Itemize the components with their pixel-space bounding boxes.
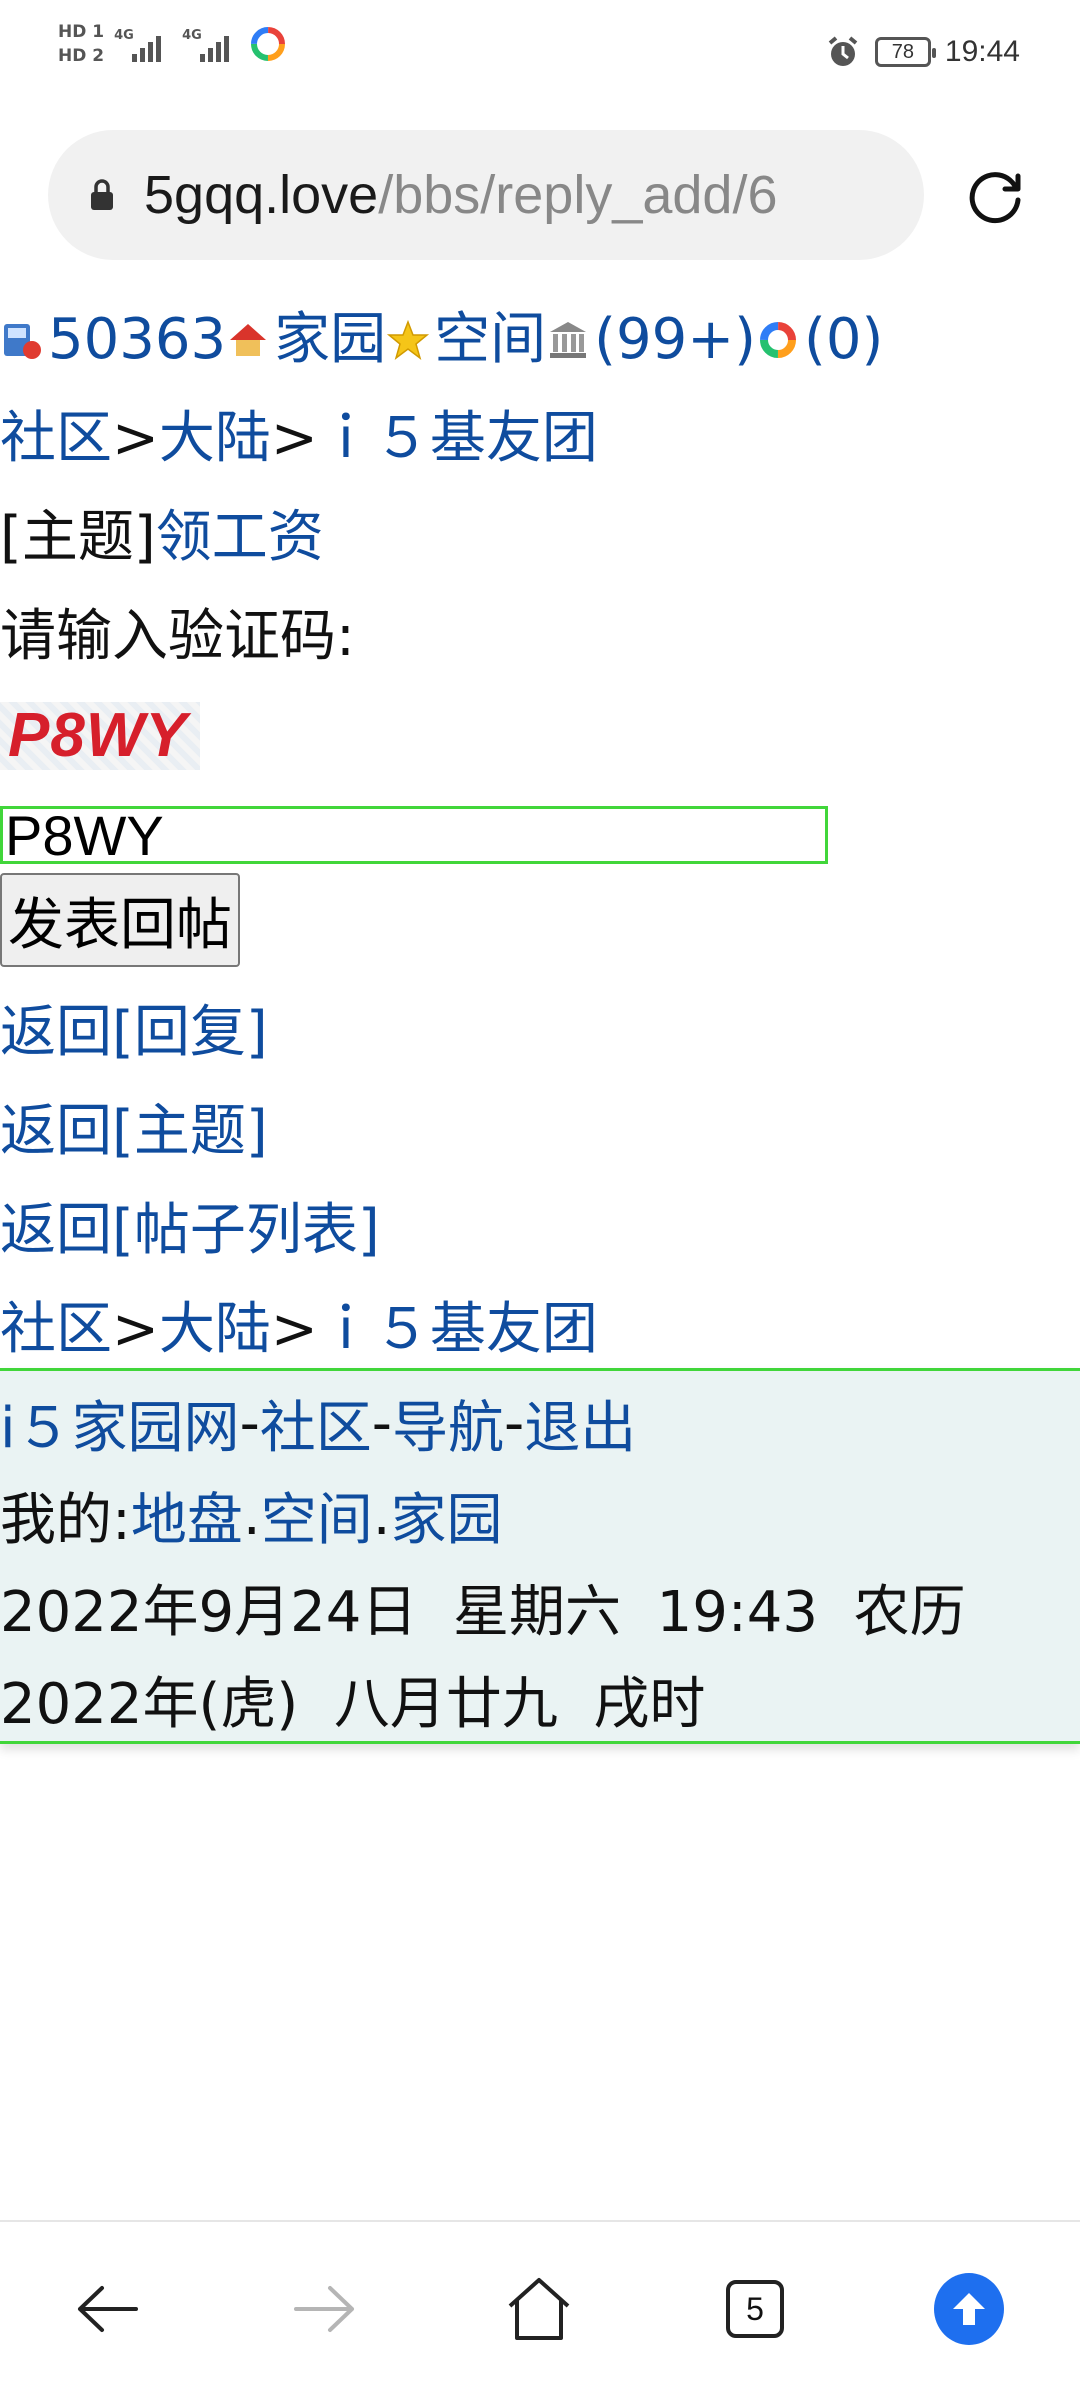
signal-icon-1: 4G bbox=[114, 22, 172, 66]
back-to-list-link[interactable]: 返回[帖子列表] bbox=[0, 1181, 380, 1280]
network-type-1: 4G bbox=[114, 28, 134, 43]
sim2-label: HD 2 bbox=[58, 46, 105, 66]
captcha-image: P8WY bbox=[0, 701, 200, 770]
tabs-count-icon: 5 bbox=[726, 2280, 784, 2338]
footer-date-line-2: 2022年(虎) 八月廿九 戌时 bbox=[0, 1671, 706, 1737]
breadcrumb-separator: > bbox=[112, 406, 159, 471]
address-bar[interactable]: 5gqq.love/bbs/reply_add/6 bbox=[48, 130, 924, 260]
notify-link[interactable]: (0) bbox=[804, 290, 883, 389]
back-reply-row: 返回[回复] bbox=[0, 983, 1080, 1082]
home-button[interactable] bbox=[504, 2274, 574, 2344]
battery-icon: 78 bbox=[874, 37, 936, 67]
app-status-icon bbox=[251, 27, 286, 61]
topic-title-link[interactable]: 领工资 bbox=[156, 488, 324, 587]
footer-mine-label: 我的: bbox=[0, 1487, 131, 1553]
back-links: 返回[回复] 返回[主题] 返回[帖子列表] 社区 > 大陆 > ｉ５基友团 bbox=[0, 983, 1080, 1379]
breadcrumb-separator: > bbox=[270, 406, 318, 471]
star-icon bbox=[387, 319, 430, 360]
network-type-2: 4G bbox=[182, 28, 202, 43]
footer-land-link[interactable]: 地盘 bbox=[131, 1475, 243, 1556]
sim1-label: HD 1 bbox=[58, 22, 105, 42]
topic-prefix: [主题] bbox=[0, 505, 156, 570]
up-arrow-icon bbox=[934, 2273, 1004, 2345]
home-link[interactable]: 家园 bbox=[274, 290, 386, 389]
footer-logout-link[interactable]: 退出 bbox=[524, 1383, 636, 1464]
back-arrow-icon bbox=[78, 2286, 138, 2332]
home-icon bbox=[230, 323, 267, 356]
footer-navigation-link[interactable]: 导航 bbox=[392, 1383, 504, 1464]
space-link[interactable]: 空间 bbox=[434, 290, 546, 389]
submit-row: 发表回帖 bbox=[0, 873, 1080, 983]
footer-site-link[interactable]: i５家园网 bbox=[0, 1383, 240, 1464]
pinwheel-icon bbox=[760, 321, 797, 358]
user-bar: 50363 家园 空间 (99+) (0) bbox=[0, 290, 1080, 389]
breadcrumb-group[interactable]: ｉ５基友团 bbox=[318, 1280, 598, 1379]
clock: 19:44 bbox=[944, 35, 1020, 68]
captcha-input-row bbox=[0, 797, 1080, 873]
breadcrumb-region[interactable]: 大陆 bbox=[159, 1280, 271, 1379]
status-right: 78 19:44 bbox=[825, 34, 1020, 70]
footer-community-link[interactable]: 社区 bbox=[260, 1383, 372, 1464]
footer-dot: . bbox=[372, 1482, 391, 1548]
forward-button[interactable] bbox=[290, 2274, 360, 2344]
browser-bottom-nav: 5 bbox=[0, 2220, 1080, 2388]
page-content: 50363 家园 空间 (99+) (0) 社区 > 大陆 > ｉ５基友团 [主… bbox=[0, 290, 1080, 1379]
network-indicators: HD 1 HD 2 4G 4G bbox=[58, 22, 286, 66]
signal-icon-2: 4G bbox=[182, 22, 240, 66]
alarm-icon bbox=[828, 36, 858, 66]
breadcrumb-bottom: 社区 > 大陆 > ｉ５基友团 bbox=[0, 1280, 1080, 1379]
back-to-topic-link[interactable]: 返回[主题] bbox=[0, 1082, 268, 1181]
submit-reply-button[interactable]: 发表回帖 bbox=[0, 873, 240, 967]
url-host: 5gqq.love bbox=[144, 165, 379, 225]
breadcrumb-community[interactable]: 社区 bbox=[0, 1280, 112, 1379]
footer-home-link[interactable]: 家园 bbox=[391, 1475, 503, 1556]
user-icon bbox=[4, 323, 41, 359]
captcha-image-text: P8WY bbox=[8, 701, 188, 770]
breadcrumb-separator: > bbox=[112, 1297, 159, 1362]
topic-line: [主题] 领工资 bbox=[0, 488, 1080, 587]
breadcrumb-group[interactable]: ｉ５基友团 bbox=[318, 389, 598, 488]
home-outline-icon bbox=[508, 2278, 570, 2340]
footer-mine: 我的: 地盘 . 空间 . 家园 bbox=[0, 1469, 1080, 1561]
breadcrumb-region[interactable]: 大陆 bbox=[159, 389, 271, 488]
user-id-link[interactable]: 50363 bbox=[48, 290, 226, 389]
footer-dash: - bbox=[504, 1390, 525, 1456]
reload-icon[interactable] bbox=[962, 162, 1028, 228]
tabs-button[interactable]: 5 bbox=[720, 2274, 790, 2344]
footer-date-line-1: 2022年9月24日 星期六 19:43 农历 bbox=[0, 1579, 966, 1645]
scroll-top-button[interactable] bbox=[934, 2273, 1004, 2345]
messages-link[interactable]: (99+) bbox=[594, 290, 756, 389]
back-topic-row: 返回[主题] bbox=[0, 1082, 1080, 1181]
back-list-row: 返回[帖子列表] bbox=[0, 1181, 1080, 1280]
url-text[interactable]: 5gqq.love/bbs/reply_add/6 bbox=[144, 164, 777, 226]
bank-icon bbox=[550, 321, 587, 358]
back-button[interactable] bbox=[72, 2274, 142, 2344]
captcha-prompt: 请输入验证码: bbox=[0, 604, 355, 669]
breadcrumb-community[interactable]: 社区 bbox=[0, 389, 112, 488]
lock-icon bbox=[91, 179, 113, 210]
captcha-input[interactable] bbox=[0, 806, 828, 864]
footer-dash: - bbox=[371, 1390, 392, 1456]
footer-dash: - bbox=[239, 1390, 260, 1456]
status-bar: HD 1 HD 2 4G 4G 78 19:44 bbox=[0, 0, 1080, 110]
footer-space-link[interactable]: 空间 bbox=[261, 1475, 373, 1556]
breadcrumb-separator: > bbox=[270, 1297, 318, 1362]
footer-nav: i５家园网 - 社区 - 导航 - 退出 bbox=[0, 1377, 1080, 1469]
url-path: /bbs/reply_add/6 bbox=[378, 165, 778, 225]
site-footer: i５家园网 - 社区 - 导航 - 退出 我的: 地盘 . 空间 . 家园 20… bbox=[0, 1368, 1080, 1744]
footer-dot: . bbox=[242, 1482, 261, 1548]
breadcrumb: 社区 > 大陆 > ｉ５基友团 bbox=[0, 389, 1080, 488]
battery-level: 78 bbox=[891, 40, 915, 63]
sim-labels: HD 1 HD 2 bbox=[58, 22, 104, 66]
forward-arrow-icon bbox=[294, 2286, 354, 2332]
back-to-reply-link[interactable]: 返回[回复] bbox=[0, 983, 268, 1082]
captcha-row: P8WY bbox=[0, 686, 1080, 785]
